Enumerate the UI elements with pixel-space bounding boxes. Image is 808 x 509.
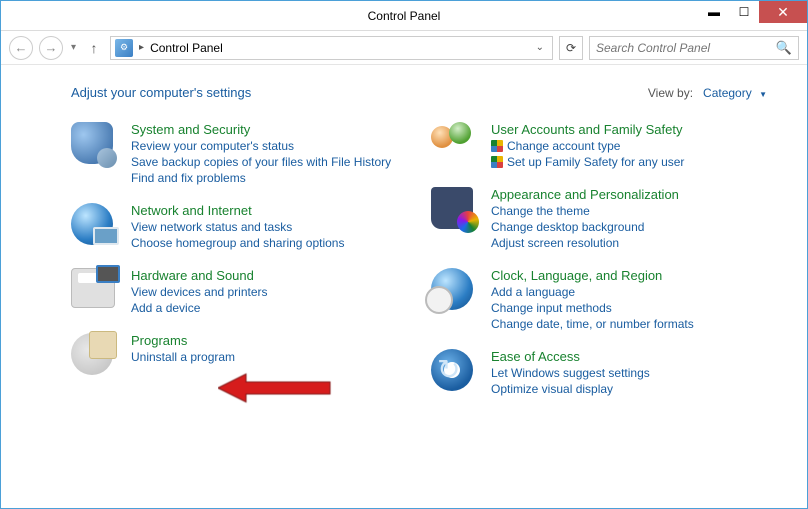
ease-of-access-icon xyxy=(431,349,477,395)
category-link[interactable]: Find and fix problems xyxy=(131,171,391,185)
window-title: Control Panel xyxy=(1,9,807,23)
category-link[interactable]: Let Windows suggest settings xyxy=(491,366,650,380)
category-hardware: Hardware and Sound View devices and prin… xyxy=(71,268,407,315)
category-link[interactable]: View devices and printers xyxy=(131,285,268,299)
view-by-label: View by: xyxy=(648,86,693,100)
category-link[interactable]: Add a language xyxy=(491,285,694,299)
close-button[interactable]: ✕ xyxy=(759,1,807,23)
navbar: ← → ▾ ↑ ⚙ ▸ Control Panel ⌄ ⟳ 🔍 xyxy=(1,31,807,65)
system-security-icon xyxy=(71,122,117,168)
category-title[interactable]: Hardware and Sound xyxy=(131,268,268,283)
appearance-icon xyxy=(431,187,477,233)
search-icon[interactable]: 🔍 xyxy=(776,40,792,56)
address-bar[interactable]: ⚙ ▸ Control Panel ⌄ xyxy=(110,36,553,60)
page-heading: Adjust your computer's settings xyxy=(71,85,251,100)
chevron-down-icon: ▼ xyxy=(759,90,767,99)
category-link[interactable]: Change input methods xyxy=(491,301,694,315)
up-button[interactable]: ↑ xyxy=(84,38,104,58)
back-button[interactable]: ← xyxy=(9,36,33,60)
content-area: Adjust your computer's settings View by:… xyxy=(1,65,807,416)
clock-icon xyxy=(431,268,477,314)
category-title[interactable]: User Accounts and Family Safety xyxy=(491,122,684,137)
recent-locations[interactable]: ▾ xyxy=(69,42,78,53)
programs-icon xyxy=(71,333,117,379)
category-title[interactable]: Network and Internet xyxy=(131,203,344,218)
refresh-button[interactable]: ⟳ xyxy=(559,36,583,60)
top-line: Adjust your computer's settings View by:… xyxy=(71,85,767,100)
network-icon xyxy=(71,203,117,249)
category-link[interactable]: Uninstall a program xyxy=(131,350,235,364)
minimize-button[interactable]: ▬ xyxy=(699,1,729,23)
category-columns: System and Security Review your computer… xyxy=(71,122,767,396)
category-ease: Ease of Access Let Windows suggest setti… xyxy=(431,349,767,396)
breadcrumb-location[interactable]: Control Panel xyxy=(150,41,223,55)
category-link[interactable]: Save backup copies of your files with Fi… xyxy=(131,155,391,169)
category-title[interactable]: Programs xyxy=(131,333,235,348)
control-panel-icon: ⚙ xyxy=(115,39,133,57)
window-buttons: ▬ ☐ ✕ xyxy=(699,1,807,23)
category-link[interactable]: Change date, time, or number formats xyxy=(491,317,694,331)
category-clock: Clock, Language, and Region Add a langua… xyxy=(431,268,767,331)
view-by: View by: Category ▼ xyxy=(648,86,767,100)
category-title[interactable]: Ease of Access xyxy=(491,349,650,364)
category-users: User Accounts and Family Safety Change a… xyxy=(431,122,767,169)
category-link[interactable]: Adjust screen resolution xyxy=(491,236,679,250)
users-icon xyxy=(431,122,477,168)
search-box[interactable]: 🔍 xyxy=(589,36,799,60)
forward-button[interactable]: → xyxy=(39,36,63,60)
search-input[interactable] xyxy=(596,41,776,55)
category-title[interactable]: Clock, Language, and Region xyxy=(491,268,694,283)
shield-icon xyxy=(491,156,503,168)
category-link[interactable]: View network status and tasks xyxy=(131,220,344,234)
address-dropdown-icon[interactable]: ⌄ xyxy=(532,42,548,53)
category-title[interactable]: System and Security xyxy=(131,122,391,137)
category-link[interactable]: Change the theme xyxy=(491,204,679,218)
view-by-selector[interactable]: Category ▼ xyxy=(703,86,767,100)
category-programs: Programs Uninstall a program xyxy=(71,333,407,379)
category-link[interactable]: Change desktop background xyxy=(491,220,679,234)
right-column: User Accounts and Family Safety Change a… xyxy=(431,122,767,396)
category-title[interactable]: Appearance and Personalization xyxy=(491,187,679,202)
view-by-value: Category xyxy=(703,86,752,100)
category-system-security: System and Security Review your computer… xyxy=(71,122,407,185)
category-link[interactable]: Review your computer's status xyxy=(131,139,391,153)
category-link[interactable]: Optimize visual display xyxy=(491,382,650,396)
breadcrumb-sep-icon: ▸ xyxy=(139,42,144,53)
maximize-button[interactable]: ☐ xyxy=(729,1,759,23)
category-network: Network and Internet View network status… xyxy=(71,203,407,250)
left-column: System and Security Review your computer… xyxy=(71,122,407,396)
category-link[interactable]: Add a device xyxy=(131,301,268,315)
category-link[interactable]: Choose homegroup and sharing options xyxy=(131,236,344,250)
category-appearance: Appearance and Personalization Change th… xyxy=(431,187,767,250)
hardware-icon xyxy=(71,268,117,314)
category-link[interactable]: Change account type xyxy=(491,139,684,153)
titlebar: Control Panel ▬ ☐ ✕ xyxy=(1,1,807,31)
shield-icon xyxy=(491,140,503,152)
category-link[interactable]: Set up Family Safety for any user xyxy=(491,155,684,169)
